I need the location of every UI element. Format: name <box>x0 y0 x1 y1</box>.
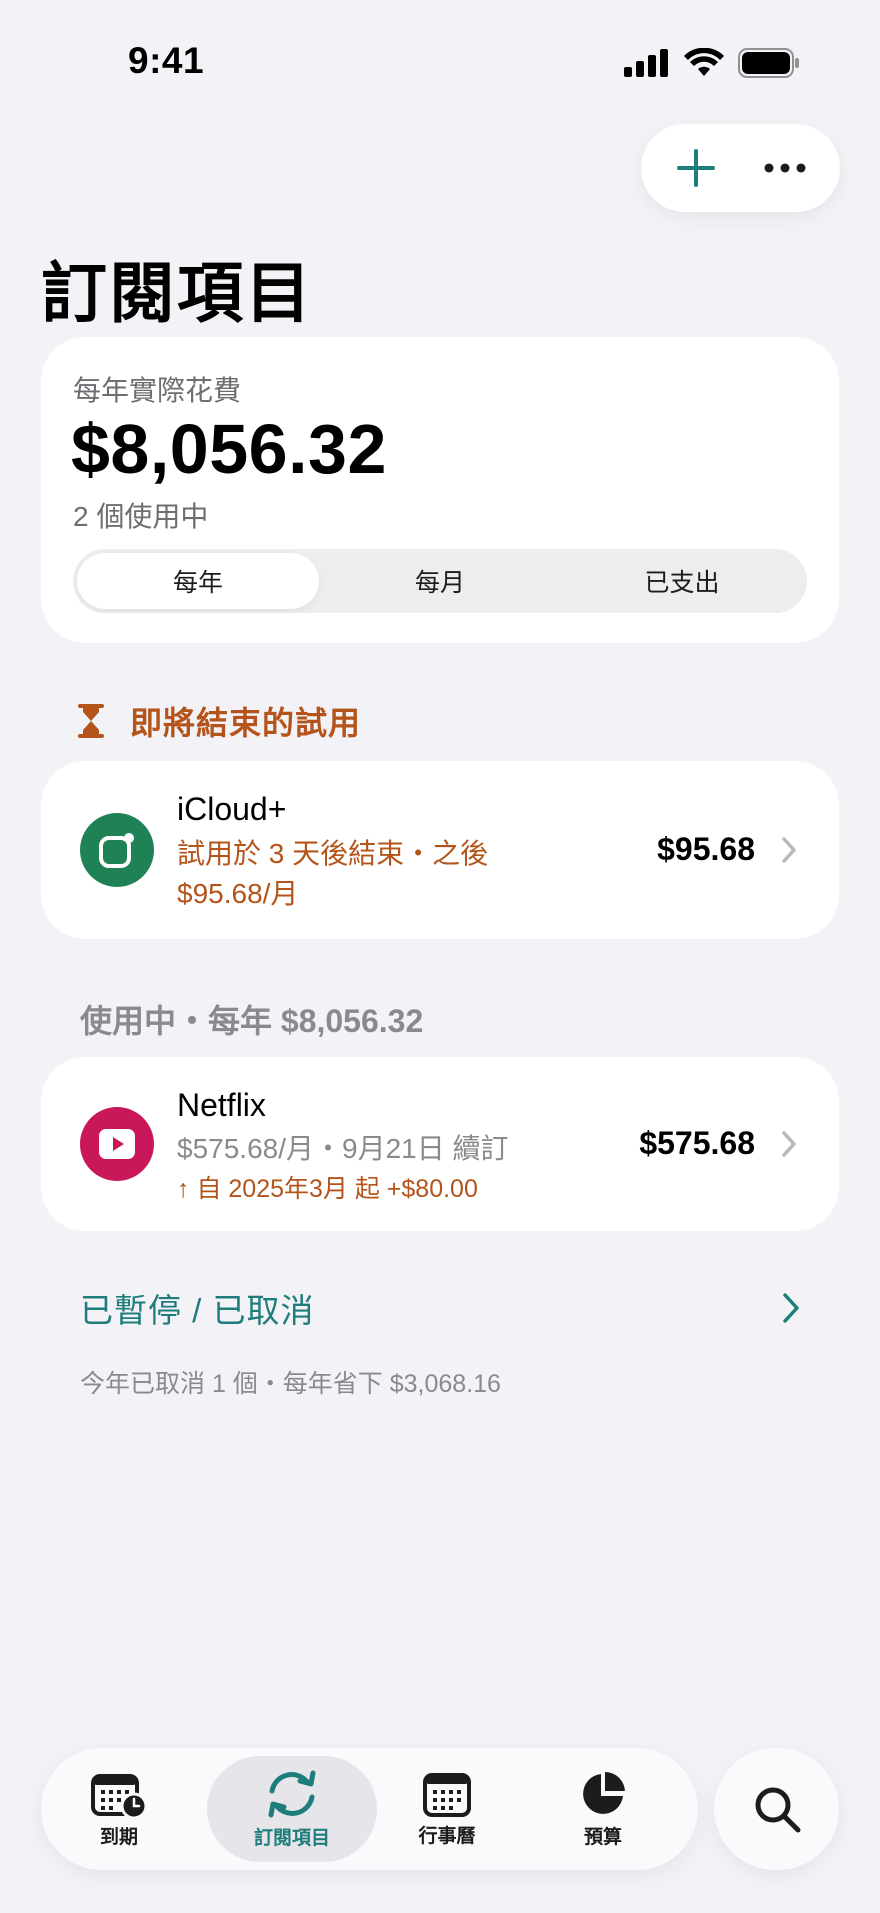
ellipsis-icon <box>764 163 806 173</box>
wifi-icon <box>684 48 724 76</box>
trial-section-header: 即將結束的試用 <box>78 698 361 744</box>
trial-section-title: 即將結束的試用 <box>130 705 362 741</box>
add-button[interactable] <box>661 133 731 203</box>
subscription-renewal: $575.68/月・9月21日 續訂 <box>177 1133 509 1164</box>
chevron-right-icon <box>782 837 796 863</box>
paused-cancelled-label: 已暫停 / 已取消 <box>80 1292 315 1329</box>
calendar-icon <box>423 1772 471 1817</box>
tab-label: 訂閱項目 <box>253 1827 330 1849</box>
subscription-price: $95.68 <box>657 831 755 867</box>
top-actions <box>641 124 840 212</box>
calendar-clock-icon <box>91 1773 147 1818</box>
active-section-header: 使用中・每年 $8,056.32 <box>80 1003 424 1039</box>
trial-status-line1: 試用於 3 天後結束・之後 <box>177 838 489 869</box>
subscription-price: $575.68 <box>639 1125 755 1161</box>
pie-chart-icon <box>583 1771 625 1814</box>
tab-label: 到期 <box>99 1826 138 1848</box>
tab-bar: 到期 訂閱項目 行事曆 預算 <box>41 1748 698 1870</box>
period-segmented-control: 每年 每月 已支出 <box>73 549 807 613</box>
trial-status-line2: $95.68/月 <box>177 878 299 909</box>
play-icon <box>80 1107 154 1181</box>
paused-cancelled-link[interactable]: 已暫停 / 已取消 <box>80 1283 800 1333</box>
price-change-note: ↑ 自 2025年3月 起 +$80.00 <box>177 1175 478 1203</box>
segment-spent[interactable]: 已支出 <box>561 553 803 609</box>
tab-calendar[interactable]: 行事曆 <box>385 1756 509 1862</box>
page-title: 訂閱項目 <box>41 256 313 330</box>
status-bar: 9:41 <box>0 0 880 130</box>
plus-icon <box>676 149 715 187</box>
tab-label: 預算 <box>583 1826 622 1848</box>
chevron-right-icon <box>783 1293 799 1323</box>
more-button[interactable] <box>750 133 820 203</box>
summary-label: 每年實際花費 <box>73 375 242 406</box>
segment-yearly[interactable]: 每年 <box>77 553 319 609</box>
summary-amount: $8,056.32 <box>71 410 387 488</box>
tab-subscriptions[interactable]: 訂閱項目 <box>207 1756 377 1862</box>
search-icon <box>755 1787 800 1833</box>
subscription-card-netflix[interactable]: Netflix $575.68/月・9月21日 續訂 ↑ 自 2025年3月 起… <box>41 1057 839 1231</box>
hourglass-icon <box>78 704 104 738</box>
cellular-signal-icon <box>624 49 668 77</box>
subscription-card-icloud[interactable]: iCloud+ 試用於 3 天後結束・之後 $95.68/月 $95.68 <box>41 761 839 939</box>
tab-label: 行事曆 <box>418 1825 476 1847</box>
refresh-icon <box>268 1770 316 1817</box>
subscription-name: Netflix <box>177 1087 266 1123</box>
tab-budget[interactable]: 預算 <box>541 1756 665 1862</box>
status-time: 9:41 <box>128 40 205 81</box>
battery-icon <box>738 48 799 78</box>
cancelled-savings-note: 今年已取消 1 個・每年省下 $3,068.16 <box>80 1370 501 1398</box>
search-button[interactable] <box>714 1748 839 1870</box>
chevron-right-icon <box>782 1131 796 1157</box>
status-icons <box>624 48 800 78</box>
summary-count: 2 個使用中 <box>73 501 209 532</box>
icloud-icon <box>80 813 154 887</box>
summary-card: 每年實際花費 $8,056.32 2 個使用中 每年 每月 已支出 <box>41 337 839 643</box>
subscription-name: iCloud+ <box>177 791 287 827</box>
segment-monthly[interactable]: 每月 <box>319 553 561 609</box>
tab-due[interactable]: 到期 <box>57 1756 181 1862</box>
